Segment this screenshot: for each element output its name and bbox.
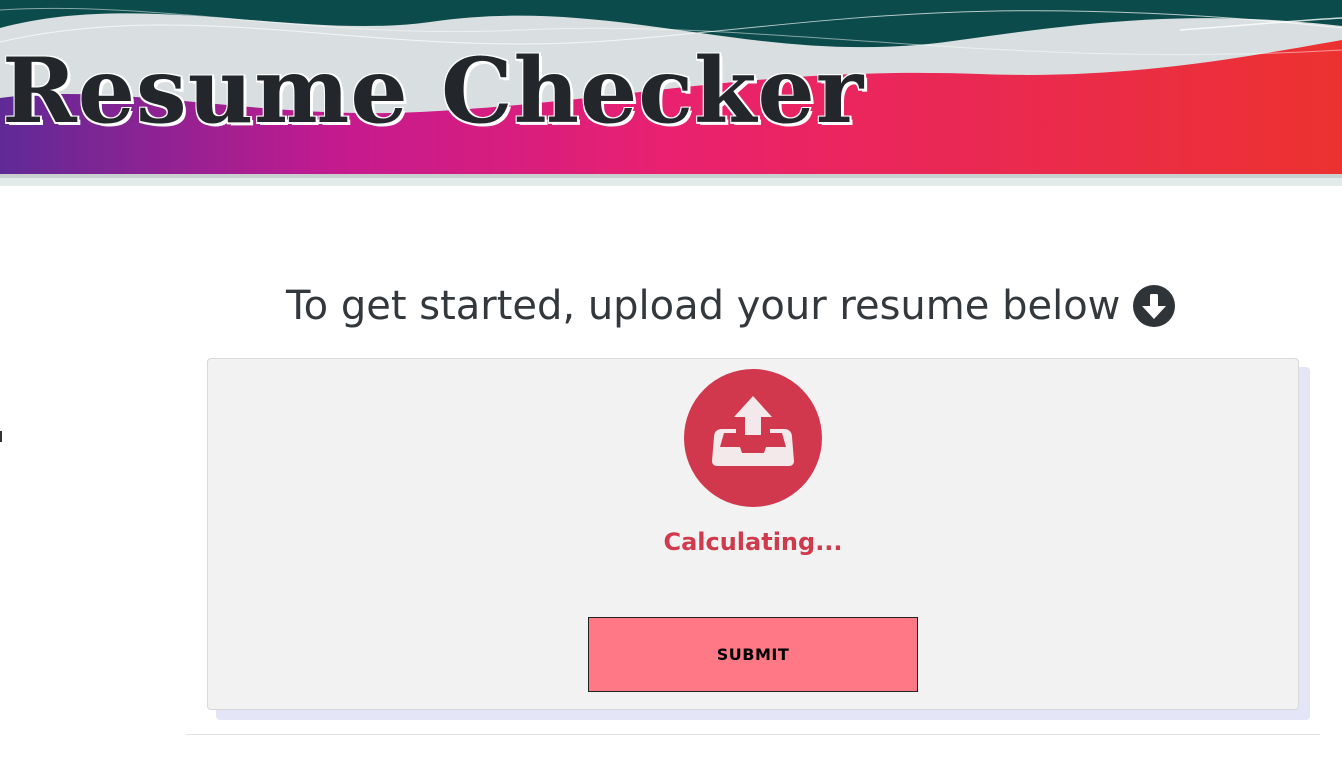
edge-marker: [0, 431, 2, 442]
divider: [186, 734, 1320, 735]
prompt-text: To get started, upload your resume below: [286, 283, 1121, 329]
header-banner: Resume Checker: [0, 0, 1342, 188]
upload-status: Calculating...: [663, 528, 843, 556]
submit-button[interactable]: SUBMIT: [588, 617, 918, 692]
upload-tray-icon[interactable]: [684, 369, 822, 507]
upload-card: Calculating... SUBMIT: [207, 358, 1299, 710]
upload-prompt: To get started, upload your resume below: [286, 278, 1176, 334]
site-title: Resume Checker: [2, 38, 865, 144]
arrow-circle-down-icon: [1132, 284, 1176, 328]
